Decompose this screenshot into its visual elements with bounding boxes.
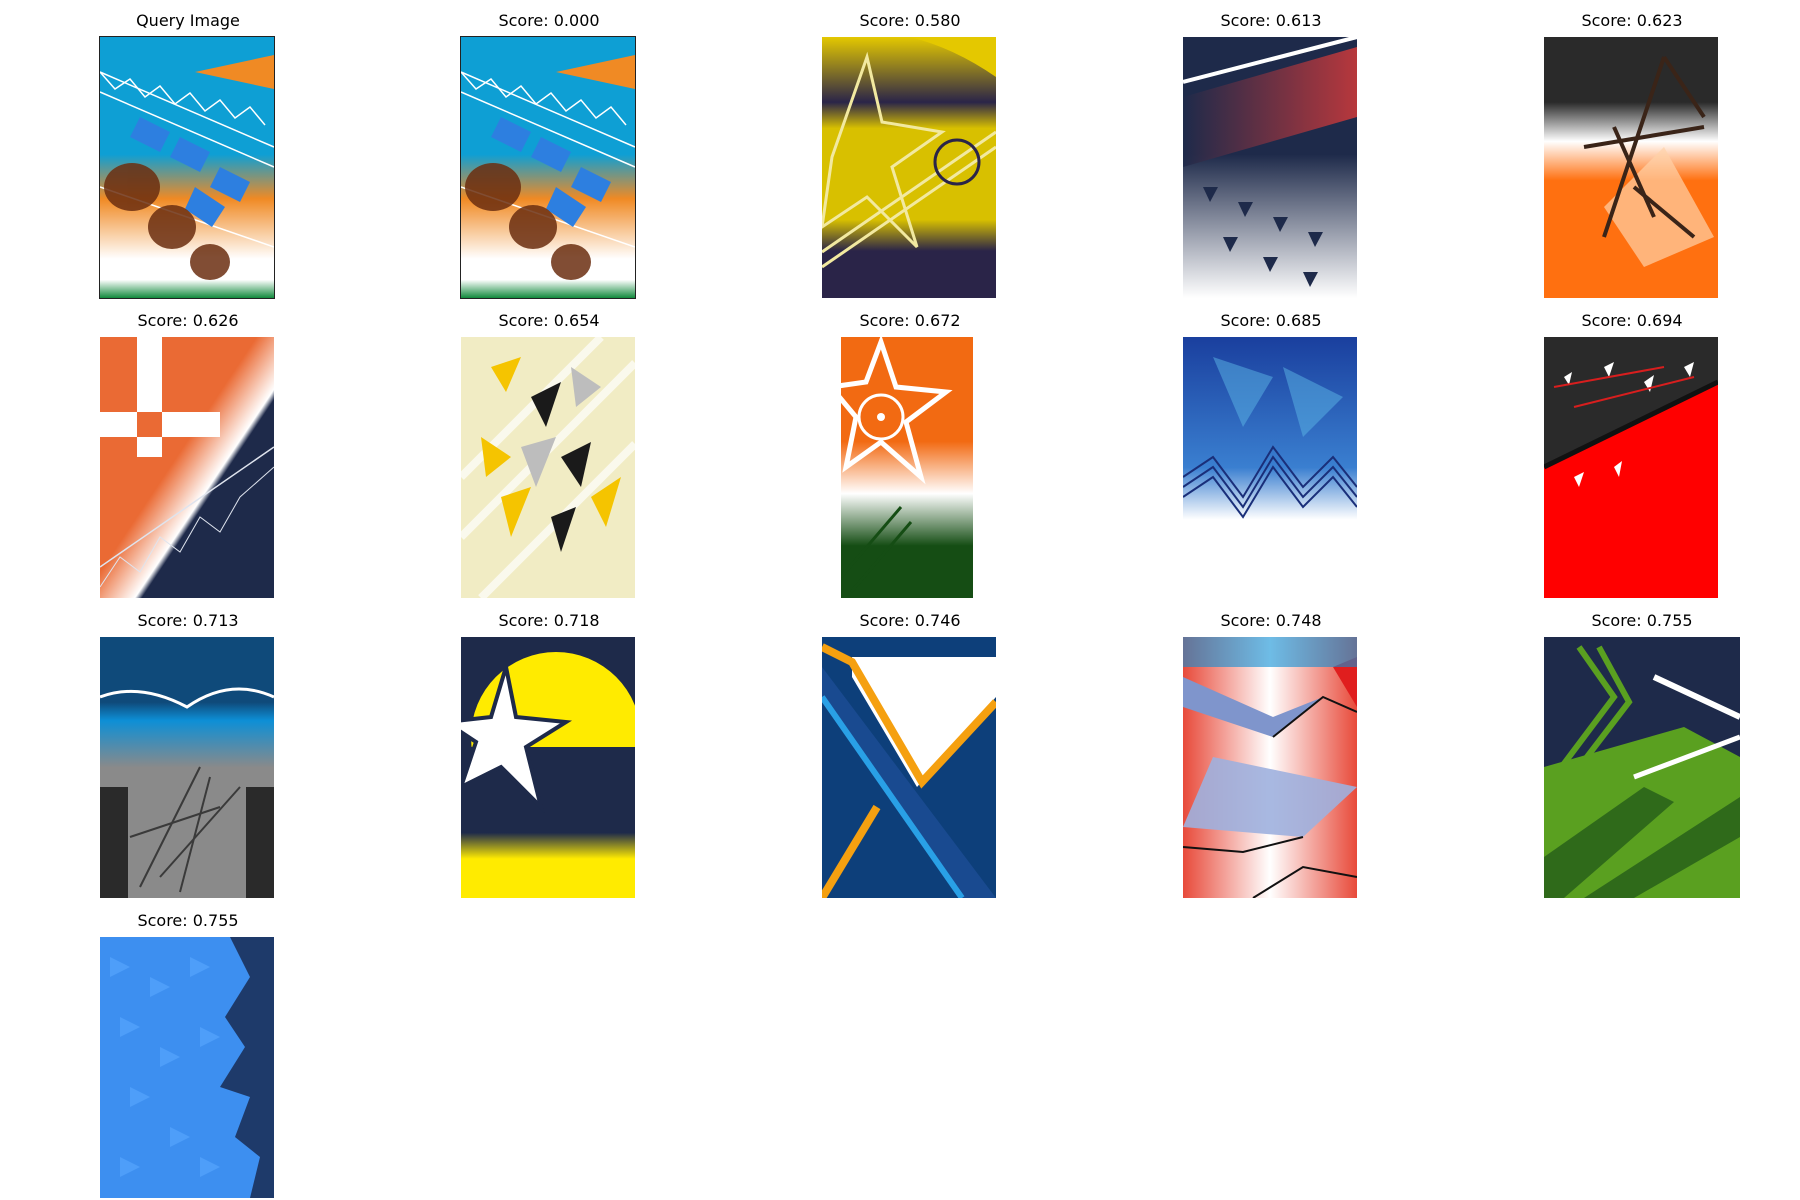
result-image-blue-triangle-mosaic (100, 937, 274, 1198)
score-caption: Score: 0.000 (498, 11, 600, 30)
result-tile: Score: 0.685 (1183, 310, 1359, 600)
result-tile: Score: 0.755 (100, 910, 276, 1200)
result-tile: Score: 0.000 (460, 10, 637, 300)
result-image-red-black-shards (1544, 337, 1718, 598)
result-tile: Score: 0.718 (461, 610, 637, 900)
score-caption: Score: 0.580 (859, 11, 961, 30)
score-caption: Score: 0.748 (1220, 611, 1322, 630)
query-tile: Query Image (99, 10, 276, 300)
score-caption: Score: 0.718 (498, 611, 600, 630)
score-caption: Score: 0.755 (1591, 611, 1693, 630)
score-caption: Score: 0.672 (859, 311, 961, 330)
result-image-blue-polygon-chevrons (1183, 337, 1357, 598)
score-caption: Score: 0.654 (498, 311, 600, 330)
result-image-blue-grey-scratches (100, 637, 274, 898)
score-caption: Score: 0.694 (1581, 311, 1683, 330)
query-caption: Query Image (136, 11, 240, 30)
result-tile: Score: 0.626 (100, 310, 276, 600)
result-image-orange-black-lattice (1544, 37, 1718, 298)
result-tile: Score: 0.613 (1183, 10, 1359, 300)
result-image-orange-cross-navy (100, 337, 274, 598)
result-image-red-blue-angular (1183, 637, 1357, 898)
result-image-blue-orange-pattern (822, 637, 996, 898)
result-image-tricolor-star-chakra (841, 337, 973, 598)
result-tile: Score: 0.694 (1544, 310, 1720, 600)
score-caption: Score: 0.685 (1220, 311, 1322, 330)
score-caption: Score: 0.713 (137, 611, 239, 630)
result-tile: Score: 0.713 (100, 610, 276, 900)
result-image-green-navy-stripes (1544, 637, 1740, 898)
score-caption: Score: 0.613 (1220, 11, 1322, 30)
result-image-cream-yellow-shards (461, 337, 635, 598)
result-tile: Score: 0.580 (822, 10, 998, 300)
result-image-navy-red-triangles (1183, 37, 1357, 298)
score-caption: Score: 0.623 (1581, 11, 1683, 30)
result-image-yellow-star-lion (822, 37, 996, 298)
result-image-yellow-navy-star (461, 637, 635, 898)
score-caption: Score: 0.755 (137, 911, 239, 930)
result-tile: Score: 0.654 (461, 310, 637, 600)
result-tile: Score: 0.672 (822, 310, 998, 600)
result-image-query-duplicate (460, 36, 636, 299)
result-tile: Score: 0.746 (822, 610, 998, 900)
retrieval-results-figure: { "figure": { "query_caption": "Query Im… (0, 0, 1800, 1200)
score-caption: Score: 0.746 (859, 611, 961, 630)
result-tile: Score: 0.623 (1544, 10, 1720, 300)
query-image (99, 36, 275, 299)
score-caption: Score: 0.626 (137, 311, 239, 330)
result-tile: Score: 0.755 (1544, 610, 1740, 900)
result-tile: Score: 0.748 (1183, 610, 1359, 900)
